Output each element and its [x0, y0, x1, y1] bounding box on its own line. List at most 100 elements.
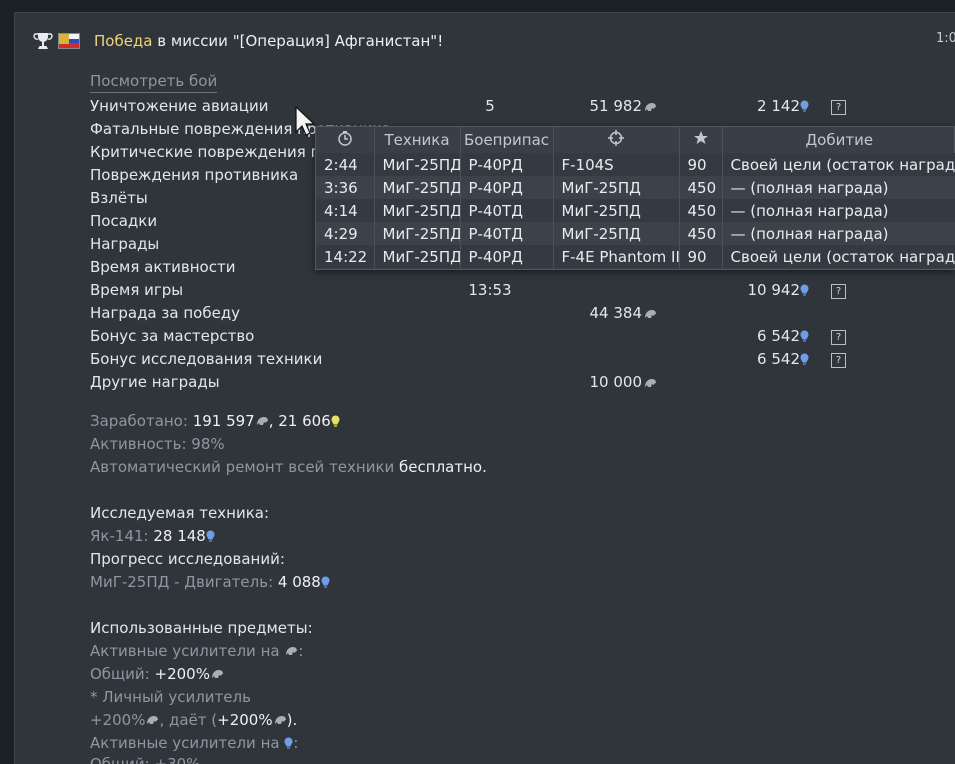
kill-ammo: Р-40ТД	[460, 222, 554, 245]
reward-sl: 10 000	[589, 373, 643, 391]
reward-row: Бонус исследования техники 6 542?	[90, 350, 890, 373]
col-target	[553, 127, 680, 153]
col-reward	[679, 127, 723, 153]
kill-target: F-104S	[553, 153, 680, 176]
kill-vehicle: МиГ-25ПД	[374, 176, 461, 199]
earned-rp: 21 606	[278, 412, 331, 430]
kill-reward: 450	[679, 176, 723, 199]
reward-rp: 2 142	[757, 97, 800, 115]
kills-tooltip: Техника Боеприпас Добитие 2:44 МиГ-25ПД Р-…	[315, 126, 955, 270]
earned-line: Заработано: 191 597, 21 606	[90, 412, 340, 430]
reward-rp: 6 542	[757, 327, 800, 345]
victory-word: Победа	[94, 32, 153, 50]
kill-time: 4:29	[316, 222, 375, 245]
reward-label: Награды	[90, 235, 160, 253]
help-button[interactable]: ?	[831, 100, 846, 115]
message-header: Победа в миссии "[Операция] Афганистан"!	[32, 29, 443, 53]
reward-row: Награда за победу 44 384	[90, 304, 890, 327]
message-time: 1:0	[936, 31, 955, 46]
silver-lion-icon	[211, 670, 223, 678]
kill-target: МиГ-25ПД	[553, 176, 680, 199]
help-button[interactable]: ?	[831, 330, 846, 345]
kill-time: 14:22	[316, 245, 375, 268]
trophy-icon	[33, 33, 53, 49]
kill-target: F-4E Phantom II	[553, 245, 680, 268]
kill-vehicle: МиГ-25ПД	[374, 245, 461, 268]
reward-label: Время активности	[90, 258, 236, 276]
reward-label: Время игры	[90, 281, 184, 299]
reward-sl: 51 982	[589, 97, 643, 115]
reward-label: Другие награды	[90, 373, 220, 391]
progress-line: МиГ-25ПД - Двигатель: 4 088	[90, 573, 330, 591]
total-sl-boost: Общий: +200%	[90, 665, 224, 683]
research-vehicle-rp: 28 148	[153, 527, 206, 545]
reward-row: Время игры 13:53 10 942?	[90, 281, 890, 304]
kill-row: 3:36 МиГ-25ПД Р-40РД МиГ-25ПД 450— (полная н…	[316, 176, 955, 199]
col-ammo: Боеприпас	[460, 127, 554, 153]
repair-value: бесплатно.	[399, 458, 487, 476]
russia-flag-icon	[58, 33, 80, 49]
kill-ammo: Р-40РД	[460, 176, 554, 199]
rp-icon	[206, 530, 215, 542]
activity-label: Активность:	[90, 435, 192, 453]
help-button[interactable]: ?	[831, 353, 846, 368]
kill-reward: 90	[679, 245, 723, 268]
progress-item: МиГ-25ПД - Двигатель	[90, 573, 269, 591]
star-icon	[693, 131, 708, 144]
mission-title: Победа в миссии "[Операция] Афганистан"!	[94, 32, 443, 50]
kill-finish: Своей цели (остаток награды)	[722, 153, 955, 176]
kills-table: Техника Боеприпас Добитие 2:44 МиГ-25ПД Р-…	[316, 127, 955, 268]
kills-table-header: Техника Боеприпас Добитие	[316, 127, 955, 153]
reward-label: Награда за победу	[90, 304, 241, 322]
silver-lion-icon	[256, 417, 268, 425]
kill-finish: Своей цели (остаток награды)	[722, 245, 955, 268]
kill-vehicle: МиГ-25ПД	[374, 199, 461, 222]
view-battle-link[interactable]: Посмотреть бой	[90, 72, 218, 93]
items-heading: Использованные предметы:	[90, 619, 313, 637]
kill-time: 3:36	[316, 176, 375, 199]
kill-row: 4:14 МиГ-25ПД Р-40ТД МиГ-25ПД 450— (полная н…	[316, 199, 955, 222]
progress-heading: Прогресс исследований:	[90, 550, 285, 568]
kill-ammo: Р-40РД	[460, 153, 554, 176]
boost-sl-line: Активные усилители на :	[90, 642, 304, 660]
kill-row: 4:29 МиГ-25ПД Р-40ТД МиГ-25ПД 450— (полная н…	[316, 222, 955, 245]
reward-label: Посадки	[90, 212, 158, 230]
col-vehicle: Техника	[374, 127, 461, 153]
kill-vehicle: МиГ-25ПД	[374, 222, 461, 245]
mission-name: в миссии "[Операция] Афганистан"!	[152, 32, 444, 50]
activity-line: Активность: 98%	[90, 435, 225, 453]
rp-icon	[800, 284, 809, 296]
repair-label: Автоматический ремонт всей техники	[90, 458, 400, 476]
kill-row: 14:22 МиГ-25ПД Р-40РД F-4E Phantom II 90 Свое…	[316, 245, 955, 268]
clock-icon	[338, 131, 352, 146]
silver-lion-icon	[147, 716, 159, 724]
silver-lion-icon	[645, 379, 656, 387]
reward-row: Уничтожение авиации 5 51 982 2 142?	[90, 97, 890, 120]
rp-icon	[284, 737, 293, 749]
col-time	[316, 127, 375, 153]
silver-lion-icon	[645, 310, 656, 318]
total-rp-boost: Общий: +30%	[90, 755, 201, 764]
kill-row: 2:44 МиГ-25ПД Р-40РД F-104S 90 Своей цели (ос…	[316, 153, 955, 176]
crosshair-icon	[608, 130, 624, 146]
personal-booster-line: +200%, даёт (+200%).	[90, 711, 298, 729]
kill-reward: 90	[679, 153, 723, 176]
rp-icon	[321, 576, 330, 588]
reward-count: 5	[485, 97, 495, 115]
mouse-cursor-icon	[295, 106, 315, 136]
progress-rp: 4 088	[277, 573, 321, 591]
reward-sl: 44 384	[589, 304, 643, 322]
activity-value: 98%	[191, 435, 225, 453]
top-strip	[0, 0, 955, 12]
reward-label: Бонус исследования техники	[90, 350, 323, 368]
kill-finish: — (полная награда)	[722, 222, 955, 245]
col-finish: Добитие	[805, 131, 874, 149]
silver-lion-icon	[286, 647, 298, 655]
reward-row: Другие награды 10 000	[90, 373, 890, 396]
boost-rp-line: Активные усилители на :	[90, 734, 299, 752]
help-button[interactable]: ?	[831, 284, 846, 299]
personal-booster-label: * Личный усилитель	[90, 688, 251, 706]
kill-ammo: Р-40ТД	[460, 199, 554, 222]
kill-target: МиГ-25ПД	[553, 222, 680, 245]
reward-label: Повреждения противника	[90, 166, 299, 184]
